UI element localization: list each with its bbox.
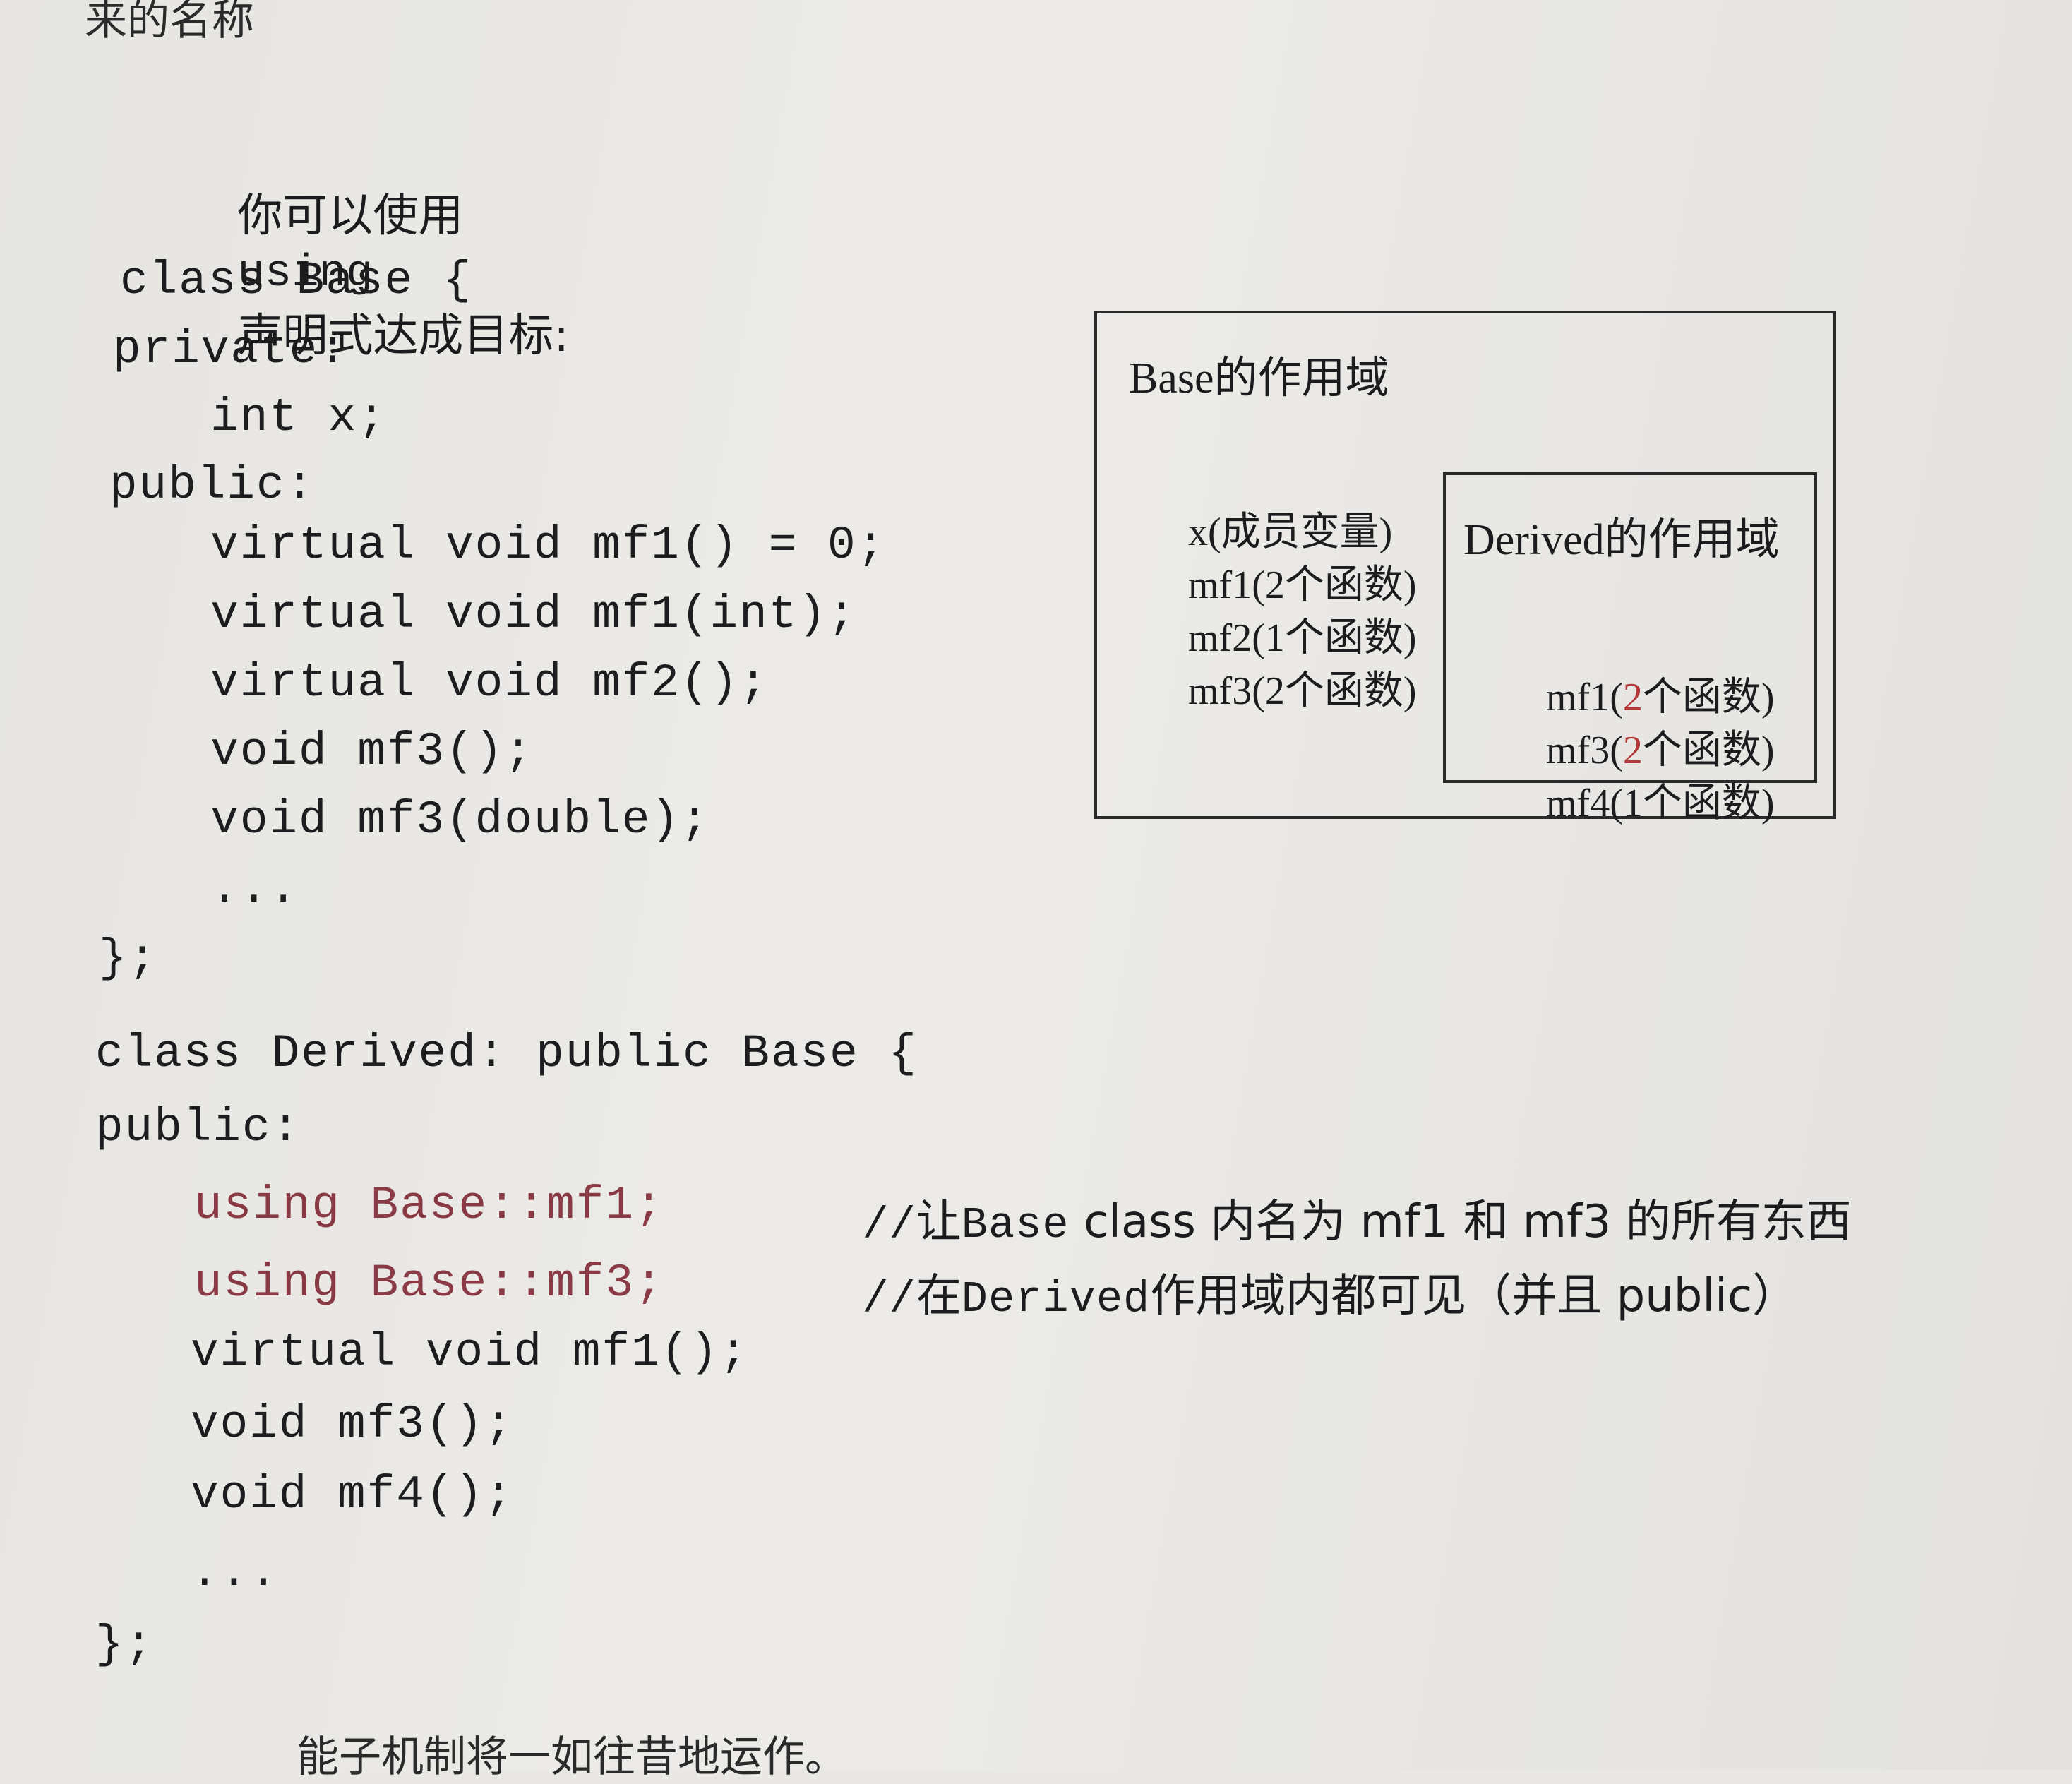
code-line: void mf3(double); xyxy=(152,794,710,846)
item-count: 1 xyxy=(1622,782,1643,825)
code-line: }; xyxy=(95,1618,155,1671)
item-name: mf3 xyxy=(1188,669,1252,713)
comment-slashes: // xyxy=(862,1274,916,1324)
code-line: virtual void mf1(); xyxy=(191,1326,749,1379)
using-declaration: using Base::mf3; xyxy=(194,1257,664,1310)
code-line: class Base { xyxy=(120,254,473,307)
intro-before: 你可以使用 xyxy=(237,190,464,242)
base-scope-title: Base的作用域 xyxy=(1129,354,1389,402)
code-line: virtual void mf1() = 0; xyxy=(152,519,887,572)
code-line: ... xyxy=(191,1546,279,1599)
comment-line-2: //在Derived作用域内都可见（并且 public） xyxy=(805,1207,1797,1377)
comment-pre: 在 xyxy=(916,1270,962,1322)
base-scope-item: mf3(2个函数) xyxy=(1129,613,1417,761)
item-name: mf4( xyxy=(1546,782,1623,825)
book-page: 来的名称 你可以使用 using 声明式达成目标: class Base { p… xyxy=(0,0,2072,1782)
comment-post: 作用域内都可见（并且 public） xyxy=(1150,1270,1798,1322)
code-line: public: xyxy=(95,1101,301,1154)
item-rest: 个函数) xyxy=(1642,782,1775,825)
derived-scope-item: mf4(1个函数) xyxy=(1467,726,1775,873)
item-note: (2个函数) xyxy=(1252,669,1417,713)
code-line: void mf3(); xyxy=(191,1398,514,1451)
code-line: void mf4(); xyxy=(191,1468,514,1521)
code-line: void mf3(); xyxy=(152,725,534,778)
derived-scope-box: Derived的作用域 mf1(2个函数) mf3(2个函数) mf4(1个函数… xyxy=(1443,472,1817,825)
code-line: }; xyxy=(99,932,158,985)
code-line: ... xyxy=(152,863,299,916)
derived-scope-title: Derived的作用域 xyxy=(1463,516,1780,564)
code-line: int x; xyxy=(152,391,387,444)
code-line: class Derived: public Base { xyxy=(95,1027,918,1080)
bottom-text-fragment: 能子机制将一如往昔地运作。 xyxy=(297,1732,847,1782)
base-scope-box: Base的作用域 x(成员变量) mf1(2个函数) mf2(1个函数) mf3… xyxy=(1094,311,1836,825)
code-line: public: xyxy=(109,459,316,512)
code-line: private: xyxy=(113,323,348,376)
code-line: virtual void mf2(); xyxy=(152,657,769,710)
comment-mono: Derived xyxy=(961,1274,1151,1324)
code-line: virtual void mf1(int); xyxy=(152,588,857,641)
top-text-fragment: 来的名称 xyxy=(85,0,254,45)
using-declaration: using Base::mf1; xyxy=(194,1179,664,1232)
